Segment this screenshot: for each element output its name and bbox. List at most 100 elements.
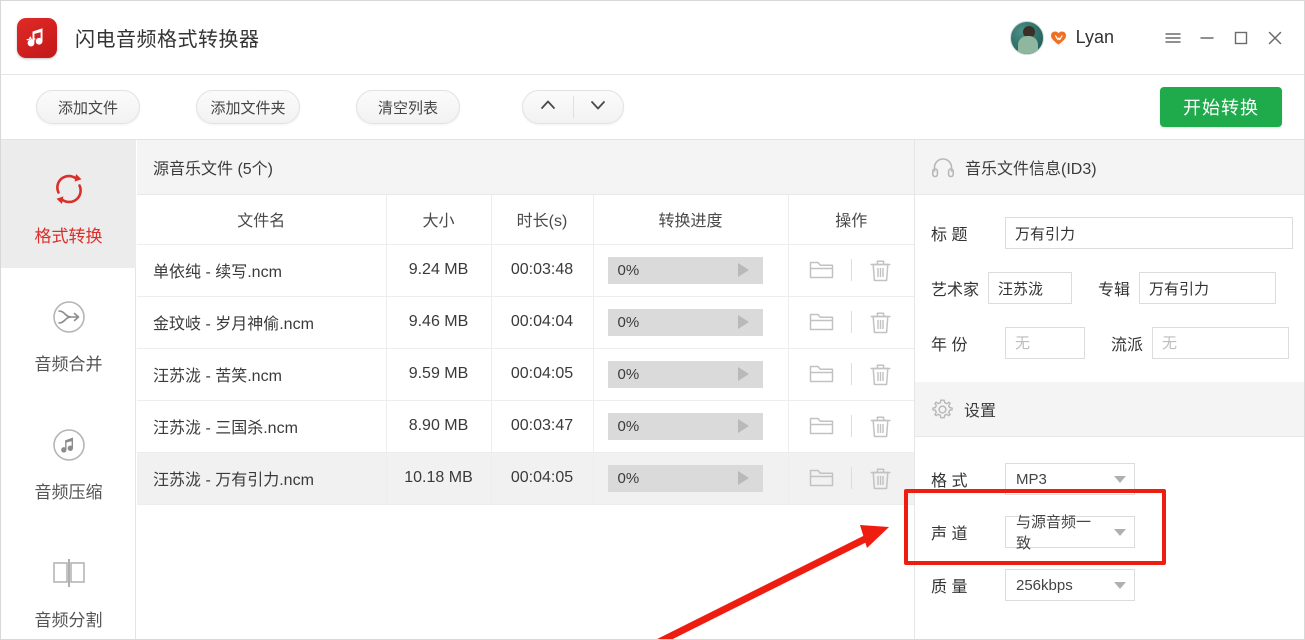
delete-trash-icon[interactable] <box>862 258 900 283</box>
delete-trash-icon[interactable] <box>862 362 900 387</box>
cell-duration: 00:04:05 <box>491 348 594 401</box>
sidebar-item-format-convert[interactable]: 格式转换 <box>1 140 136 268</box>
headphones-icon <box>931 156 955 178</box>
maximize-icon[interactable] <box>1224 21 1258 55</box>
folder-open-icon[interactable] <box>803 310 841 334</box>
cell-size: 9.59 MB <box>386 348 492 401</box>
folder-open-icon[interactable] <box>803 466 841 490</box>
channel-select[interactable]: 与源音频一致 <box>1005 514 1135 552</box>
quality-row: 质 量 256kbps <box>915 569 1304 601</box>
id3-genre-label: 流派 <box>1111 337 1144 354</box>
app-window: 闪电音频格式转换器 Lyan 添加文件 添加文件夹 清空列表 开始转换 格式转换… <box>0 0 1305 640</box>
column-header-filename: 文件名 <box>137 195 387 245</box>
cell-progress: 0% <box>593 244 789 297</box>
format-select-value: MP3 <box>1016 470 1047 488</box>
folder-open-icon[interactable] <box>803 414 841 438</box>
action-divider <box>850 259 852 281</box>
id3-album-label: 专辑 <box>1098 282 1131 299</box>
table-row[interactable]: 单依纯 - 续写.ncm 9.24 MB 00:03:48 0% <box>137 244 914 297</box>
column-header-size: 大小 <box>386 195 492 245</box>
cell-actions <box>788 296 914 349</box>
delete-trash-icon[interactable] <box>862 310 900 335</box>
id3-header-label: 音乐文件信息(ID3) <box>965 161 1097 178</box>
progress-value: 0% <box>617 365 640 383</box>
action-divider <box>850 363 852 385</box>
move-up-button[interactable] <box>523 91 573 123</box>
close-icon[interactable] <box>1258 21 1292 55</box>
delete-trash-icon[interactable] <box>862 466 900 491</box>
table-row[interactable]: 汪苏泷 - 三国杀.ncm 8.90 MB 00:03:47 0% <box>137 400 915 453</box>
vip-heart-icon[interactable] <box>1050 29 1068 46</box>
format-select[interactable]: MP3 <box>1005 463 1135 495</box>
start-convert-button[interactable]: 开始转换 <box>1160 87 1282 127</box>
clear-list-button[interactable]: 清空列表 <box>356 90 460 124</box>
titlebar-right: Lyan <box>1009 20 1304 55</box>
format-row: 格 式 MP3 <box>915 463 1304 495</box>
progress-value: 0% <box>617 313 640 331</box>
sidebar-label-audio-split: 音频分割 <box>34 610 103 630</box>
gear-icon <box>931 398 954 421</box>
play-icon[interactable] <box>737 367 749 381</box>
cell-filename: 汪苏泷 - 三国杀.ncm <box>137 400 387 453</box>
folder-open-icon[interactable] <box>803 362 841 386</box>
app-logo-icon <box>17 17 57 58</box>
play-icon[interactable] <box>737 315 749 329</box>
quality-select[interactable]: 256kbps <box>1005 569 1135 601</box>
cell-progress: 0% <box>593 348 789 401</box>
table-row[interactable]: 汪苏泷 - 苦笑.ncm 9.59 MB 00:04:05 0% <box>137 348 914 401</box>
id3-year-input[interactable] <box>1005 327 1085 359</box>
avatar[interactable] <box>1009 20 1044 55</box>
cell-actions <box>788 244 914 297</box>
progress-bar: 0% <box>607 360 763 388</box>
channel-select-value: 与源音频一致 <box>1016 514 1092 552</box>
file-list-panel: 源音乐文件 (5个) 文件名 大小 时长(s) 转换进度 操作 单依纯 - 续写… <box>137 140 915 639</box>
cell-duration: 00:04:04 <box>491 296 594 349</box>
cell-progress: 0% <box>593 400 789 453</box>
row-actions <box>789 414 915 439</box>
play-icon[interactable] <box>737 419 749 433</box>
id3-artist-label: 艺术家 <box>931 282 980 299</box>
column-header-duration: 时长(s) <box>491 195 594 245</box>
cell-progress: 0% <box>593 452 789 505</box>
play-icon[interactable] <box>737 471 749 485</box>
cell-filename: 汪苏泷 - 苦笑.ncm <box>137 348 387 401</box>
sidebar-item-audio-compress[interactable]: 音频压缩 <box>1 396 136 524</box>
id3-album-input[interactable] <box>1139 272 1277 304</box>
id3-genre-input[interactable] <box>1152 327 1290 359</box>
cell-progress: 0% <box>593 296 789 349</box>
cell-size: 8.90 MB <box>386 400 492 453</box>
chevron-down-icon <box>1114 581 1126 589</box>
progress-bar: 0% <box>607 412 763 440</box>
move-down-button[interactable] <box>574 91 624 123</box>
add-folder-button[interactable]: 添加文件夹 <box>196 90 300 124</box>
settings-panel-header: 设置 <box>915 382 1304 437</box>
play-icon[interactable] <box>737 263 749 277</box>
chevron-down-icon <box>587 94 609 121</box>
cell-duration: 00:04:05 <box>491 452 594 505</box>
title-bar: 闪电音频格式转换器 Lyan <box>1 1 1304 75</box>
table-row[interactable]: 汪苏泷 - 万有引力.ncm 10.18 MB 00:04:05 0% <box>137 452 915 505</box>
reorder-buttons <box>522 90 624 124</box>
sidebar-item-audio-split[interactable]: 音频分割 <box>1 524 136 639</box>
format-label: 格 式 <box>931 473 968 490</box>
progress-bar: 0% <box>607 464 763 492</box>
hamburger-menu-icon[interactable] <box>1156 21 1190 55</box>
add-file-button[interactable]: 添加文件 <box>36 90 140 124</box>
delete-trash-icon[interactable] <box>862 414 900 439</box>
progress-bar: 0% <box>607 308 763 336</box>
sidebar-item-audio-merge[interactable]: 音频合并 <box>1 268 136 396</box>
folder-open-icon[interactable] <box>803 258 841 282</box>
table-body: 单依纯 - 续写.ncm 9.24 MB 00:03:48 0% 金玟岐 - 岁月神偷.… <box>137 244 915 505</box>
channel-row: 声 道 与源音频一致 <box>915 514 1304 552</box>
progress-value: 0% <box>617 469 640 487</box>
app-title: 闪电音频格式转换器 <box>75 29 260 51</box>
row-actions <box>789 466 915 491</box>
id3-title-input[interactable] <box>1005 217 1293 249</box>
action-divider <box>850 467 852 489</box>
id3-artist-input[interactable] <box>988 272 1073 304</box>
minimize-icon[interactable] <box>1190 21 1224 55</box>
table-row[interactable]: 金玟岐 - 岁月神偷.ncm 9.46 MB 00:04:04 0% <box>137 296 914 349</box>
id3-year-label: 年 份 <box>931 337 968 354</box>
column-header-progress: 转换进度 <box>593 195 789 245</box>
cell-actions <box>788 348 914 401</box>
